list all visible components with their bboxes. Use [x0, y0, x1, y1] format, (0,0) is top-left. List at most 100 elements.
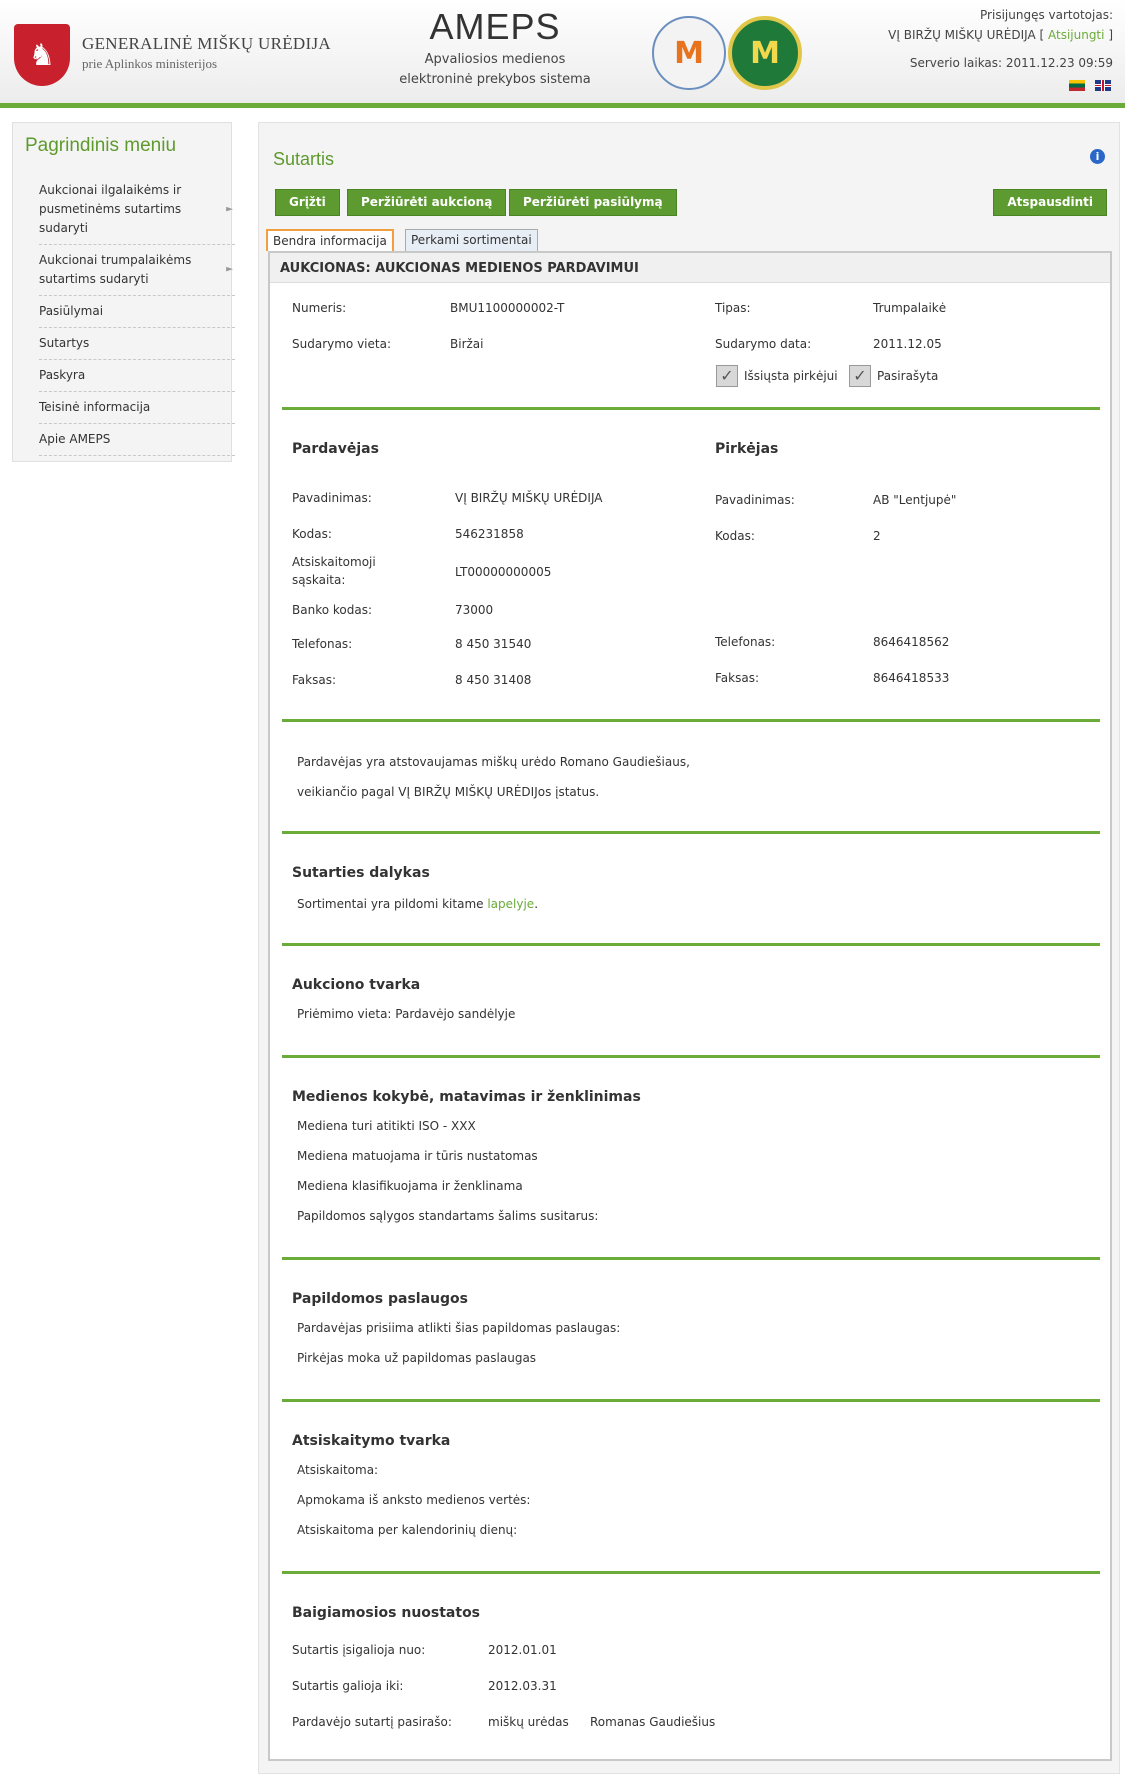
sent-label: Išsiųsta pirkėjui — [744, 369, 838, 383]
menu-label: sutartims sudaryti — [39, 272, 149, 286]
sidebar-item-about[interactable]: Apie AMEPS — [39, 424, 235, 456]
quality-text: Mediena matuojama ir tūris nustatomas — [297, 1149, 538, 1163]
section-divider — [282, 407, 1100, 410]
signer-name: Romanas Gaudiešius — [590, 1715, 716, 1729]
assortments-tab-link[interactable]: lapelyje — [487, 897, 534, 911]
tab-assortments[interactable]: Perkami sortimentai — [405, 229, 538, 251]
services-text: Pirkėjas moka už papildomas paslaugas — [297, 1351, 537, 1365]
payment-text: Apmokama iš anksto medienos vertės: — [297, 1493, 531, 1507]
info-icon[interactable]: i — [1090, 149, 1105, 164]
header: ♞ GENERALINĖ MIŠKŲ URĖDIJA prie Aplinkos… — [0, 0, 1125, 108]
contract-panel: AUKCIONAS: AUKCIONAS MEDIENOS PARDAVIMUI… — [268, 251, 1112, 1761]
date-value: 2011.12.05 — [873, 337, 942, 351]
main-menu: Aukcionai ilgalaikėms ir pusmetinėms sut… — [39, 175, 235, 456]
user-name: VĮ BIRŽŲ MIŠKŲ URĖDIJA [ — [888, 28, 1045, 42]
section-divider — [282, 943, 1100, 946]
org-name: GENERALINĖ MIŠKŲ URĖDIJA — [82, 34, 331, 53]
seller-phone-label: Telefonas: — [292, 637, 353, 651]
buyer-phone-value: 8646418562 — [873, 635, 950, 649]
app-subtitle-line: Apvaliosios medienos — [424, 52, 566, 67]
services-heading: Papildomos paslaugos — [292, 1291, 468, 1307]
seller-account-value: LT00000000005 — [455, 565, 552, 579]
sidebar: Pagrindinis meniu Aukcionai ilgalaikėms … — [12, 122, 235, 462]
coat-of-arms-icon: ♞ — [14, 24, 70, 86]
section-divider — [282, 1571, 1100, 1574]
sidebar-item-short-term-auctions[interactable]: Aukcionai trumpalaikėms sutartims sudary… — [39, 245, 235, 296]
menu-label: Aukcionai trumpalaikėms — [39, 253, 192, 267]
seller-name-value: VĮ BIRŽŲ MIŠKŲ URĖDIJA — [455, 491, 603, 505]
sidebar-item-contracts[interactable]: Sutartys — [39, 328, 235, 360]
forestry-logo-icon: M — [728, 16, 802, 90]
sidebar-item-legal-info[interactable]: Teisinė informacija — [39, 392, 235, 424]
seller-code-value: 546231858 — [455, 527, 524, 541]
seller-phone-value: 8 450 31540 — [455, 637, 532, 651]
seller-fax-value: 8 450 31408 — [455, 673, 532, 687]
menu-label: pusmetinėms sutartims — [39, 202, 182, 216]
representation-text: Pardavėjas yra atstovaujamas miškų urėdo… — [297, 755, 690, 769]
sidebar-item-offers[interactable]: Pasiūlymai — [39, 296, 235, 328]
menu-label: Sutartys — [39, 336, 90, 350]
auction-order-heading: Aukciono tvarka — [292, 977, 421, 993]
chevron-right-icon: ► — [226, 204, 233, 214]
seller-heading: Pardavėjas — [292, 441, 379, 457]
view-auction-button[interactable]: Peržiūrėti aukcioną — [347, 189, 507, 216]
subject-heading: Sutarties dalykas — [292, 865, 430, 881]
type-label: Tipas: — [715, 301, 751, 315]
seller-account-label: Atsiskaitomoji — [292, 555, 376, 569]
menu-label: Aukcionai ilgalaikėms ir — [39, 183, 182, 197]
buyer-heading: Pirkėjas — [715, 441, 779, 457]
tab-general-info[interactable]: Bendra informacija — [266, 229, 394, 251]
user-info: VĮ BIRŽŲ MIŠKŲ URĖDIJA [ Atsijungti ] — [888, 28, 1113, 42]
quality-text: Mediena turi atitikti ISO - XXX — [297, 1119, 476, 1133]
page-title: Sutartis — [273, 149, 335, 169]
org-subtitle: prie Aplinkos ministerijos — [82, 56, 218, 71]
section-divider — [282, 1055, 1100, 1058]
user-close: ] — [1108, 28, 1113, 42]
english-flag-icon[interactable] — [1095, 80, 1111, 91]
signer-label: Pardavėjo sutartį pasirašo: — [292, 1715, 452, 1729]
quality-heading: Medienos kokybė, matavimas ir ženklinima… — [292, 1089, 641, 1105]
logout-link[interactable]: Atsijungti — [1048, 28, 1105, 42]
seller-name-label: Pavadinimas: — [292, 491, 372, 505]
valid-from-value: 2012.01.01 — [488, 1643, 557, 1657]
sent-checkbox[interactable]: ✓ — [716, 365, 738, 387]
app-subtitle: Apvaliosios medienos elektroninė prekybo… — [380, 50, 610, 90]
back-button[interactable]: Grįžti — [275, 189, 340, 216]
seller-bank-value: 73000 — [455, 603, 494, 617]
signed-checkbox[interactable]: ✓ — [849, 365, 871, 387]
subject-text: Sortimentai yra pildomi kitame lapelyje. — [297, 897, 538, 911]
section-divider — [282, 1257, 1100, 1260]
final-heading: Baigiamosios nuostatos — [292, 1605, 481, 1621]
lithuanian-flag-icon[interactable] — [1069, 80, 1085, 91]
quality-text: Papildomos sąlygos standartams šalims su… — [297, 1209, 599, 1223]
menu-label: Paskyra — [39, 368, 86, 382]
valid-from-label: Sutartis įsigalioja nuo: — [292, 1643, 426, 1657]
server-time: Serverio laikas: 2011.12.23 09:59 — [909, 56, 1113, 70]
buyer-code-label: Kodas: — [715, 529, 755, 543]
section-divider — [282, 1399, 1100, 1402]
seller-code-label: Kodas: — [292, 527, 332, 541]
sidebar-item-account[interactable]: Paskyra — [39, 360, 235, 392]
main-content: Sutartis i Grįžti Peržiūrėti aukcioną Pe… — [258, 122, 1120, 1774]
chevron-right-icon: ► — [226, 264, 233, 275]
print-button[interactable]: Atspausdinti — [993, 189, 1107, 216]
sidebar-item-long-term-auctions[interactable]: Aukcionai ilgalaikėms ir pusmetinėms sut… — [39, 175, 235, 245]
place-label: Sudarymo vieta: — [292, 337, 391, 351]
date-label: Sudarymo data: — [715, 337, 812, 351]
app-title: AMEPS — [429, 6, 561, 47]
subject-text-tail: . — [534, 897, 539, 911]
subject-text-body: Sortimentai yra pildomi kitame — [297, 897, 484, 911]
type-value: Trumpalaikė — [873, 301, 947, 315]
auction-order-text: Priėmimo vieta: Pardavėjo sandėlyje — [297, 1007, 516, 1021]
view-offer-button[interactable]: Peržiūrėti pasiūlymą — [509, 189, 677, 216]
section-divider — [282, 831, 1100, 834]
buyer-name-label: Pavadinimas: — [715, 493, 795, 507]
buyer-phone-label: Telefonas: — [715, 635, 776, 649]
signer-role: miškų urėdas — [488, 1715, 569, 1729]
sidebar-title: Pagrindinis meniu — [25, 135, 177, 156]
payment-heading: Atsiskaitymo tvarka — [292, 1433, 451, 1449]
number-label: Numeris: — [292, 301, 347, 315]
buyer-fax-label: Faksas: — [715, 671, 760, 685]
menu-label: Teisinė informacija — [39, 400, 151, 414]
panel-title: AUKCIONAS: AUKCIONAS MEDIENOS PARDAVIMUI — [270, 253, 1110, 283]
